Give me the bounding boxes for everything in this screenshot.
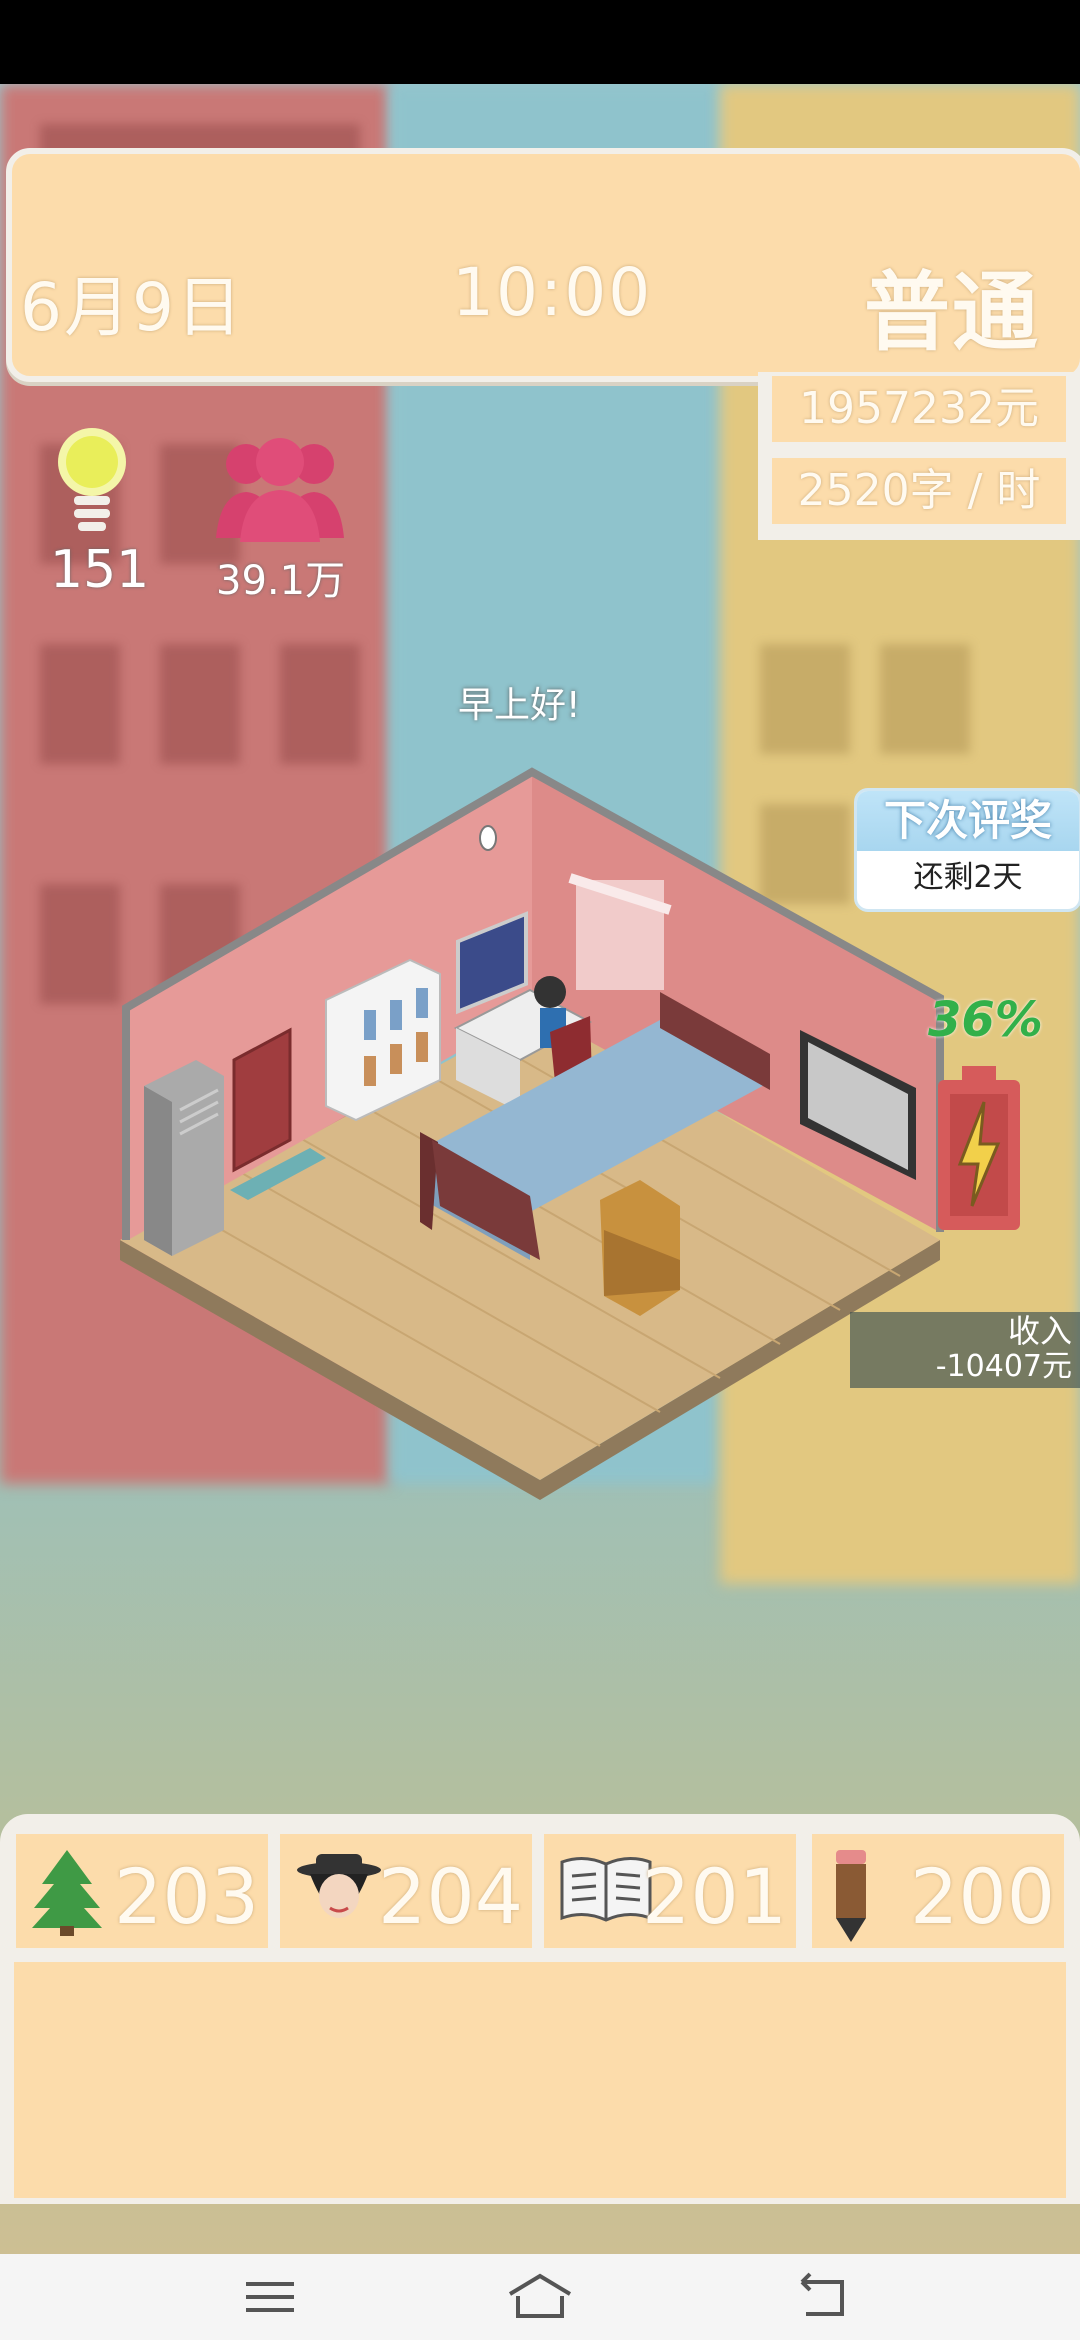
menu-icon[interactable] <box>230 2264 310 2330</box>
fans-value: 39.1万 <box>216 558 346 604</box>
open-book-icon <box>560 1857 652 1922</box>
next-award-badge[interactable]: 下次评奖 还剩2天 <box>854 788 1080 912</box>
difficulty-label[interactable]: 普通 <box>864 242 1040 367</box>
pencil-icon <box>836 1850 866 1942</box>
skill-pencil-value: 200 <box>910 1852 1056 1941</box>
status-bar <box>0 0 1080 84</box>
tree-icon <box>32 1850 102 1936</box>
skill-tree[interactable]: 203 <box>16 1834 268 1948</box>
skill-book[interactable]: 201 <box>544 1834 796 1948</box>
income-label: 收入 <box>1007 1312 1072 1350</box>
skill-book-value: 201 <box>642 1852 788 1941</box>
skill-tree-value: 203 <box>114 1852 260 1941</box>
skills-panel: 203 204 201 200 <box>0 1814 1080 2204</box>
skill-pencil[interactable]: 200 <box>812 1834 1064 1948</box>
time-label: 10:00 <box>452 254 653 331</box>
fans-icon[interactable] <box>214 434 346 548</box>
lightbulb-icon[interactable] <box>52 424 132 548</box>
battery-icon[interactable] <box>936 1066 1022 1236</box>
navigation-bar <box>0 2254 1080 2340</box>
next-award-remaining: 还剩2天 <box>913 860 1023 895</box>
skill-character-value: 204 <box>378 1852 524 1941</box>
next-award-title: 下次评奖 <box>857 791 1079 851</box>
money-value: 1957232元 <box>772 376 1066 442</box>
income-value: -10407元 <box>935 1349 1072 1384</box>
energy-percent: 36% <box>928 992 1043 1048</box>
date-time-panel: 6月9日 10:00 普通 <box>6 148 1080 382</box>
finance-panel: 1957232元 2520字 / 时 <box>758 372 1080 540</box>
skill-character[interactable]: 204 <box>280 1834 532 1948</box>
greeting-text: 早上好! <box>458 685 581 726</box>
writing-speed-value: 2520字 / 时 <box>772 458 1066 524</box>
inspiration-value: 151 <box>50 540 150 600</box>
back-icon[interactable] <box>782 2264 862 2330</box>
date-label: 6月9日 <box>20 269 244 346</box>
income-popup: 收入 -10407元 <box>850 1312 1080 1388</box>
character-hat-icon <box>297 1854 381 1918</box>
message-area <box>14 1962 1066 2198</box>
home-icon[interactable] <box>500 2264 580 2330</box>
isometric-room[interactable] <box>120 760 960 1504</box>
